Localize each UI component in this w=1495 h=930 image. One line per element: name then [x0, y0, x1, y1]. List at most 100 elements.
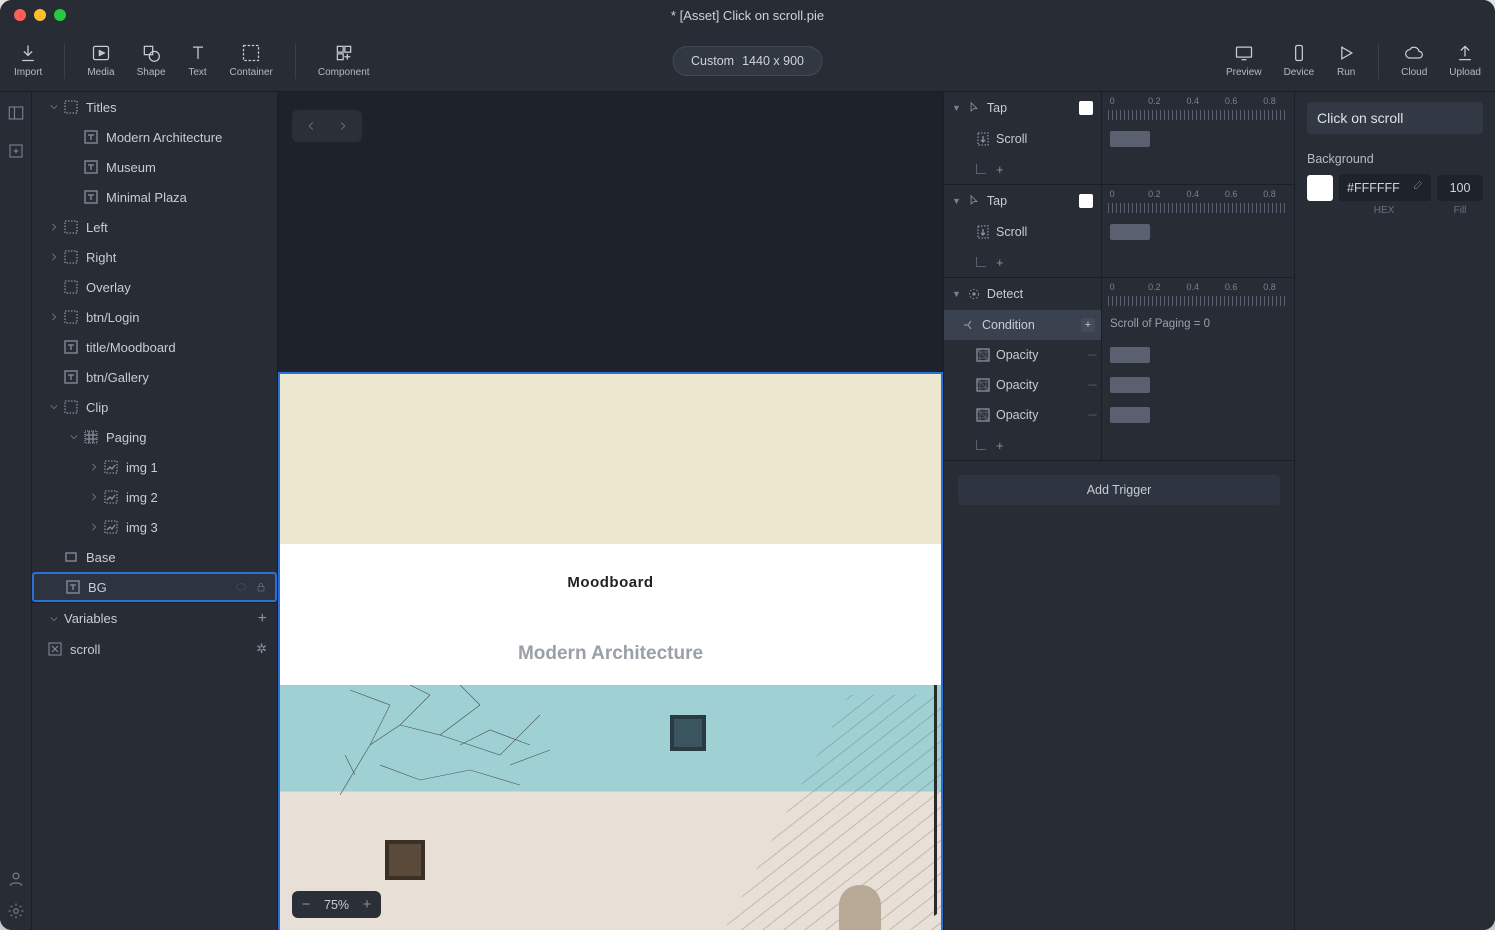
layer-row[interactable]: Left — [32, 212, 277, 242]
layer-row[interactable]: title/Moodboard — [32, 332, 277, 362]
maximize-window-button[interactable] — [54, 9, 66, 21]
upload-button[interactable]: Upload — [1449, 43, 1481, 79]
text-button[interactable]: Text — [188, 43, 208, 78]
layer-row[interactable]: img 3 — [32, 512, 277, 542]
settings-button[interactable] — [7, 902, 25, 920]
layer-row[interactable]: btn/Gallery — [32, 362, 277, 392]
minimize-window-button[interactable] — [34, 9, 46, 21]
cloud-button[interactable]: Cloud — [1401, 43, 1427, 79]
timeline-keyframe[interactable] — [1110, 224, 1150, 240]
variable-row[interactable]: scroll ✲ — [32, 634, 277, 664]
hex-input[interactable]: #FFFFFF — [1339, 174, 1431, 201]
layer-row[interactable]: Minimal Plaza — [32, 182, 277, 212]
trigger-head[interactable]: ▼Tap — [944, 185, 1101, 217]
variables-header[interactable]: Variables + — [32, 602, 277, 634]
component-button[interactable]: Component — [318, 43, 370, 78]
layer-toggle-spacer — [68, 161, 80, 173]
response-icon — [976, 348, 990, 362]
nav-back-button[interactable] — [296, 114, 326, 138]
layer-toggle-spacer — [48, 281, 60, 293]
eyedropper-icon[interactable] — [1411, 180, 1423, 195]
layer-row[interactable]: Overlay — [32, 272, 277, 302]
layer-toggle-icon[interactable] — [88, 491, 100, 503]
preview-icon — [1234, 43, 1254, 63]
layer-toggle-spacer — [48, 371, 60, 383]
response-row[interactable]: Opacity — [944, 370, 1101, 400]
timeline-value-row[interactable]: --- — [1102, 340, 1294, 370]
layer-row[interactable]: btn/Login — [32, 302, 277, 332]
color-swatch[interactable] — [1307, 175, 1333, 201]
layer-type-icon — [84, 190, 98, 204]
response-row[interactable]: Scroll — [944, 217, 1101, 247]
timeline-ruler: 00.20.40.60.8 — [1102, 278, 1294, 310]
timeline-keyframe[interactable] — [1110, 347, 1150, 363]
response-label: Scroll — [996, 225, 1027, 239]
layer-toggle-icon[interactable] — [48, 251, 60, 263]
container-button[interactable]: Container — [230, 43, 273, 78]
zoom-in-button[interactable]: + — [359, 896, 375, 913]
artboard[interactable]: Moodboard Modern Architecture — [278, 372, 943, 930]
add-page-button[interactable] — [7, 142, 25, 160]
layer-row[interactable]: Right — [32, 242, 277, 272]
condition-row[interactable]: Condition+ — [944, 310, 1101, 340]
add-trigger-button[interactable]: Add Trigger — [958, 475, 1280, 505]
layer-row[interactable]: Paging — [32, 422, 277, 452]
zoom-out-button[interactable]: − — [298, 896, 314, 913]
device-button[interactable]: Device — [1284, 43, 1315, 79]
timeline-row-empty — [1102, 247, 1294, 277]
layer-toggle-icon[interactable] — [48, 401, 60, 413]
layer-row[interactable]: Modern Architecture — [32, 122, 277, 152]
timeline-value-row[interactable]: --- — [1102, 370, 1294, 400]
layer-toggle-icon[interactable] — [48, 221, 60, 233]
layer-row[interactable]: Museum — [32, 152, 277, 182]
layer-toggle-icon[interactable] — [68, 431, 80, 443]
layer-name: Titles — [86, 100, 117, 115]
layer-toggle-icon[interactable] — [88, 521, 100, 533]
nav-forward-button[interactable] — [328, 114, 358, 138]
add-response-row[interactable]: + — [944, 247, 1101, 277]
timeline-keyframe[interactable] — [1110, 377, 1150, 393]
shape-button[interactable]: Shape — [137, 43, 166, 78]
canvas[interactable]: Moodboard Modern Architecture — [278, 92, 943, 930]
layer-toggle-icon[interactable] — [48, 311, 60, 323]
layer-row[interactable]: Base — [32, 542, 277, 572]
account-button[interactable] — [7, 870, 25, 888]
run-button[interactable]: Run — [1336, 43, 1356, 79]
timeline-value-row[interactable]: --- — [1102, 400, 1294, 430]
layer-toggle-icon[interactable] — [88, 461, 100, 473]
timeline-value-row[interactable] — [1102, 217, 1294, 247]
layer-row[interactable]: img 1 — [32, 452, 277, 482]
condition-expression[interactable]: Scroll of Paging = 0 — [1102, 310, 1294, 340]
layer-row[interactable]: Clip — [32, 392, 277, 422]
layer-row[interactable]: BG — [32, 572, 277, 602]
timeline-keyframe[interactable] — [1110, 131, 1150, 147]
trigger-head[interactable]: ▼Detect — [944, 278, 1101, 310]
layer-row[interactable]: img 2 — [32, 482, 277, 512]
import-button[interactable]: Import — [14, 43, 42, 78]
trigger-swatch[interactable] — [1079, 101, 1093, 115]
close-window-button[interactable] — [14, 9, 26, 21]
add-variable-button[interactable]: + — [258, 610, 267, 628]
canvas-size-control[interactable]: Custom 1440 x 900 — [672, 46, 823, 76]
selected-element-title[interactable]: Click on scroll — [1307, 102, 1483, 134]
fill-opacity-input[interactable]: 100 — [1437, 175, 1483, 201]
response-row[interactable]: Scroll — [944, 124, 1101, 154]
trigger-head[interactable]: ▼Tap — [944, 92, 1101, 124]
preview-button[interactable]: Preview — [1226, 43, 1262, 79]
hex-sublabel: HEX — [1337, 205, 1431, 216]
timeline-value-row[interactable] — [1102, 124, 1294, 154]
media-button[interactable]: Media — [87, 43, 114, 78]
add-response-row[interactable]: + — [944, 154, 1101, 184]
trigger-swatch[interactable] — [1079, 194, 1093, 208]
toolbar-label: Container — [230, 67, 273, 78]
layer-name: Clip — [86, 400, 108, 415]
add-condition-button[interactable]: + — [1081, 318, 1095, 332]
timeline-keyframe[interactable] — [1110, 407, 1150, 423]
layer-toggle-icon[interactable] — [48, 101, 60, 113]
response-row[interactable]: Opacity — [944, 400, 1101, 430]
layer-row[interactable]: Titles — [32, 92, 277, 122]
panels-toggle-button[interactable] — [7, 104, 25, 122]
response-row[interactable]: Opacity — [944, 340, 1101, 370]
timeline-row-empty — [1102, 154, 1294, 184]
add-response-row[interactable]: + — [944, 430, 1101, 460]
